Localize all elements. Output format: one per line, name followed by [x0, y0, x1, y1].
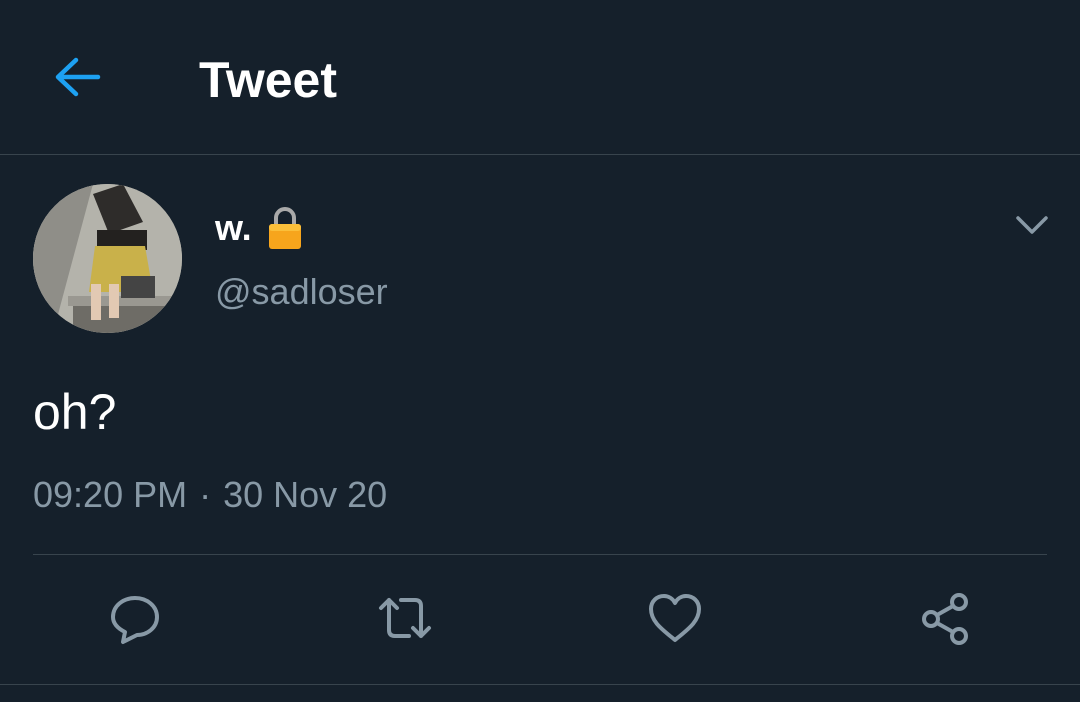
author-handle[interactable]: @sadloser	[215, 270, 388, 314]
chevron-down-icon	[1016, 216, 1048, 234]
retweet-icon	[379, 598, 431, 638]
divider	[0, 684, 1080, 685]
meta-separator: ·	[199, 474, 212, 515]
tweet-time: 09:20 PM	[33, 474, 188, 515]
lock-icon	[268, 207, 301, 249]
tweet-date: 30 Nov 20	[223, 474, 388, 515]
share-button[interactable]	[915, 588, 975, 648]
author-display-name[interactable]: w.	[215, 205, 304, 251]
reply-button[interactable]	[105, 588, 165, 648]
back-button[interactable]	[50, 50, 106, 106]
tweet-timestamp[interactable]: 09:20 PM · 30 Nov 20	[33, 473, 387, 517]
arrow-left-icon	[55, 57, 101, 97]
reply-icon	[111, 596, 159, 644]
page-title: Tweet	[199, 52, 337, 108]
tweet-menu-button[interactable]	[1012, 208, 1052, 242]
display-name-text: w.	[215, 207, 252, 248]
heart-icon	[649, 594, 701, 642]
tweet-text: oh?	[33, 384, 117, 440]
share-icon	[922, 593, 968, 645]
top-bar: Tweet	[0, 0, 1080, 155]
retweet-button[interactable]	[375, 588, 435, 648]
avatar[interactable]	[33, 184, 182, 333]
divider	[33, 554, 1047, 555]
like-button[interactable]	[645, 588, 705, 648]
